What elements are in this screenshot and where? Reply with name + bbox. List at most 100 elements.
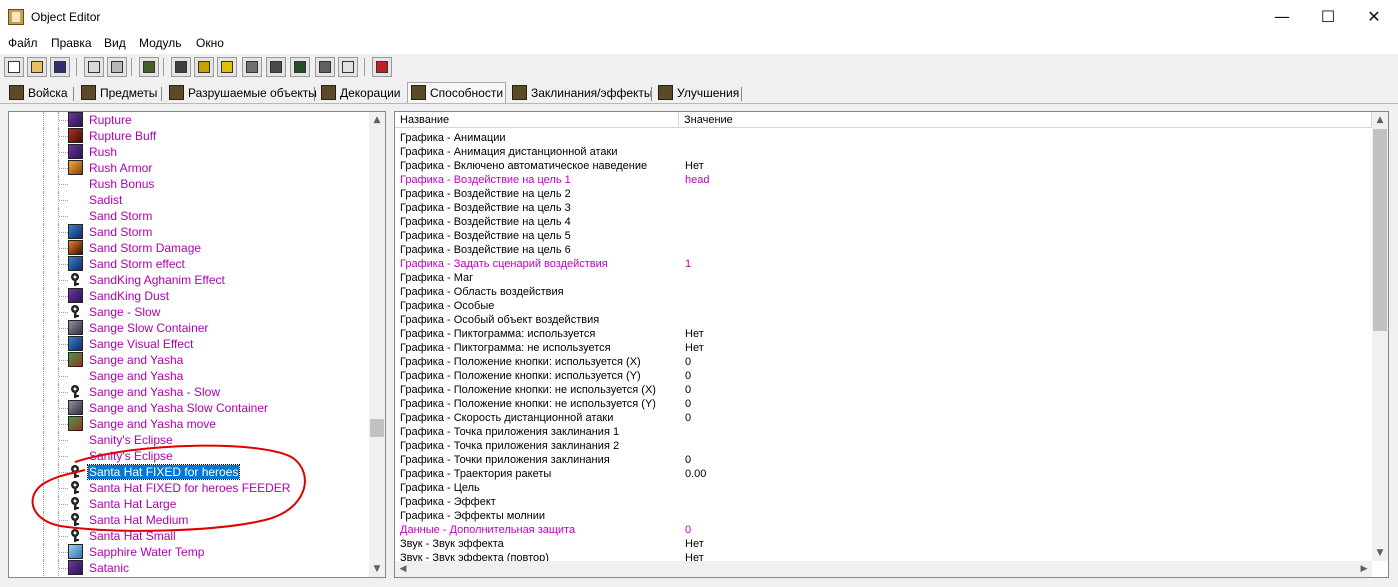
import-icon[interactable] — [315, 57, 335, 77]
property-row[interactable]: Графика - Положение кнопки: не используе… — [395, 397, 1372, 411]
tab-units[interactable]: Войска — [6, 83, 68, 103]
tree-item[interactable]: Santa Hat Large — [9, 496, 371, 512]
scroll-down-icon[interactable]: ▼ — [369, 561, 385, 577]
campaign-icon[interactable] — [266, 57, 286, 77]
property-row[interactable]: Графика - Эффект — [395, 495, 1372, 509]
property-row[interactable]: Графика - Эффекты молнии — [395, 509, 1372, 523]
tree-item[interactable]: Santa Hat Small — [9, 528, 371, 544]
property-row[interactable]: Графика - Скорость дистанционной атаки 0 — [395, 411, 1372, 425]
tree-item[interactable]: Sange Slow Container — [9, 320, 371, 336]
tree-item[interactable]: Sanity's Eclipse — [9, 432, 371, 448]
tree-item[interactable]: Rush Bonus — [9, 176, 371, 192]
property-row[interactable]: Графика - Воздействие на цель 2 — [395, 187, 1372, 201]
ai-icon[interactable] — [290, 57, 310, 77]
tree-item[interactable]: Rupture Buff — [9, 128, 371, 144]
object-editor-icon[interactable] — [242, 57, 262, 77]
tab-destructibles[interactable]: Разрушаемые объекты — [166, 83, 317, 103]
tree-item[interactable]: Sange and Yasha - Slow — [9, 384, 371, 400]
menu-window[interactable]: Окно — [196, 36, 224, 50]
column-header-name[interactable]: Название — [395, 112, 679, 128]
tab-upgrades[interactable]: Улучшения — [655, 83, 739, 103]
tree-item[interactable]: Sange - Slow — [9, 304, 371, 320]
property-row[interactable]: Графика - Маг — [395, 271, 1372, 285]
minimize-button[interactable]: — — [1259, 0, 1305, 34]
tree-item[interactable]: Sange and Yasha — [9, 352, 371, 368]
tab-abilities[interactable]: Способности — [407, 82, 506, 104]
tree-item[interactable]: Santa Hat FIXED for heroes — [9, 464, 371, 480]
menu-edit[interactable]: Правка — [51, 36, 92, 50]
tree-item[interactable]: Sapphire Water Temp — [9, 544, 371, 560]
object-manager-icon[interactable] — [338, 57, 358, 77]
tree-item[interactable]: Sand Storm Damage — [9, 240, 371, 256]
tree-scroll-thumb[interactable] — [370, 419, 384, 437]
sound-icon[interactable] — [217, 57, 237, 77]
property-row[interactable]: Графика - Воздействие на цель 4 — [395, 215, 1372, 229]
test-map-icon[interactable] — [372, 57, 392, 77]
tree-item[interactable]: Sadist — [9, 192, 371, 208]
tree-item[interactable]: Satanic — [9, 560, 371, 576]
property-row[interactable]: Графика - Траектория ракеты 0.00 — [395, 467, 1372, 481]
tree-item[interactable]: SandKing Dust — [9, 288, 371, 304]
property-row[interactable]: Графика - Пиктограмма: не используется Не… — [395, 341, 1372, 355]
tree-item[interactable]: Sand Storm effect — [9, 256, 371, 272]
paste-icon[interactable] — [107, 57, 127, 77]
open-icon[interactable] — [27, 57, 47, 77]
grid-scrollbar[interactable]: ▲ ▼ — [1372, 112, 1388, 561]
property-row[interactable]: Графика - Воздействие на цель 1 head — [395, 173, 1372, 187]
tree-item[interactable]: Sange and Yasha Slow Container — [9, 400, 371, 416]
property-row[interactable]: Данные - Дополнительная защита 0 — [395, 523, 1372, 537]
unit-palette-icon[interactable] — [139, 57, 159, 77]
property-row[interactable]: Звук - Звук эффекта Нет — [395, 537, 1372, 551]
tree-item[interactable]: Rupture — [9, 112, 371, 128]
scroll-right-icon[interactable]: ▶ — [1356, 561, 1372, 577]
property-row[interactable]: Графика - Анимация дистанционной атаки — [395, 145, 1372, 159]
menu-module[interactable]: Модуль — [139, 36, 182, 50]
text-icon[interactable] — [194, 57, 214, 77]
property-row[interactable]: Графика - Особые — [395, 299, 1372, 313]
property-row[interactable]: Графика - Особый объект воздействия — [395, 313, 1372, 327]
property-row[interactable]: Графика - Задать сценарий воздействия 1 — [395, 257, 1372, 271]
menu-view[interactable]: Вид — [104, 36, 126, 50]
property-row[interactable]: Графика - Точка приложения заклинания 2 — [395, 439, 1372, 453]
scroll-up-icon[interactable]: ▲ — [1372, 112, 1388, 128]
property-row[interactable]: Графика - Цель — [395, 481, 1372, 495]
column-header-value[interactable]: Значение — [679, 112, 1372, 128]
property-row[interactable]: Графика - Положение кнопки: используется… — [395, 369, 1372, 383]
tree-item[interactable]: Sanity's Eclipse — [9, 448, 371, 464]
maximize-button[interactable]: ☐ — [1305, 0, 1351, 34]
close-button[interactable]: ✕ — [1351, 0, 1397, 34]
property-row[interactable]: Графика - Воздействие на цель 5 — [395, 229, 1372, 243]
tree-item[interactable]: Santa Hat Medium — [9, 512, 371, 528]
property-row[interactable]: Графика - Пиктограмма: используется Нет — [395, 327, 1372, 341]
scroll-left-icon[interactable]: ◀ — [395, 561, 411, 577]
terrain-icon[interactable] — [171, 57, 191, 77]
tree-scrollbar[interactable]: ▲ ▼ — [369, 112, 385, 577]
scroll-up-icon[interactable]: ▲ — [369, 112, 385, 128]
new-icon[interactable] — [4, 57, 24, 77]
property-row[interactable]: Графика - Воздействие на цель 3 — [395, 201, 1372, 215]
tree-item[interactable]: Sand Storm — [9, 208, 371, 224]
property-row[interactable]: Графика - Точки приложения заклинания 0 — [395, 453, 1372, 467]
property-grid[interactable]: Название Значение Графика - Анимации Граф… — [394, 111, 1389, 578]
property-row[interactable]: Графика - Точка приложения заклинания 1 — [395, 425, 1372, 439]
tree-item[interactable]: Sand Storm — [9, 224, 371, 240]
tree-item[interactable]: Sange Visual Effect — [9, 336, 371, 352]
panel-splitter[interactable] — [386, 111, 394, 578]
tree-item[interactable]: SandKing Aghanim Effect — [9, 272, 371, 288]
scroll-down-icon[interactable]: ▼ — [1372, 545, 1388, 561]
tree-item[interactable]: Sange and Yasha move — [9, 416, 371, 432]
object-tree[interactable]: Rupture Rupture Buff Rush Rush Armor Rush Bo… — [8, 111, 386, 578]
grid-scroll-thumb[interactable] — [1373, 129, 1387, 331]
tab-buffs[interactable]: Заклинания/эффекты — [509, 83, 653, 103]
tree-item[interactable]: Rush Armor — [9, 160, 371, 176]
menu-file[interactable]: Файл — [8, 36, 38, 50]
save-icon[interactable] — [50, 57, 70, 77]
tree-item[interactable]: Santa Hat FIXED for heroes FEEDER — [9, 480, 371, 496]
copy-icon[interactable] — [84, 57, 104, 77]
property-row[interactable]: Графика - Анимации — [395, 131, 1372, 145]
tab-items[interactable]: Предметы — [78, 83, 157, 103]
tree-item[interactable]: Rush — [9, 144, 371, 160]
property-row[interactable]: Графика - Положение кнопки: используется… — [395, 355, 1372, 369]
property-row[interactable]: Графика - Область воздействия — [395, 285, 1372, 299]
tree-item[interactable]: Sange and Yasha — [9, 368, 371, 384]
